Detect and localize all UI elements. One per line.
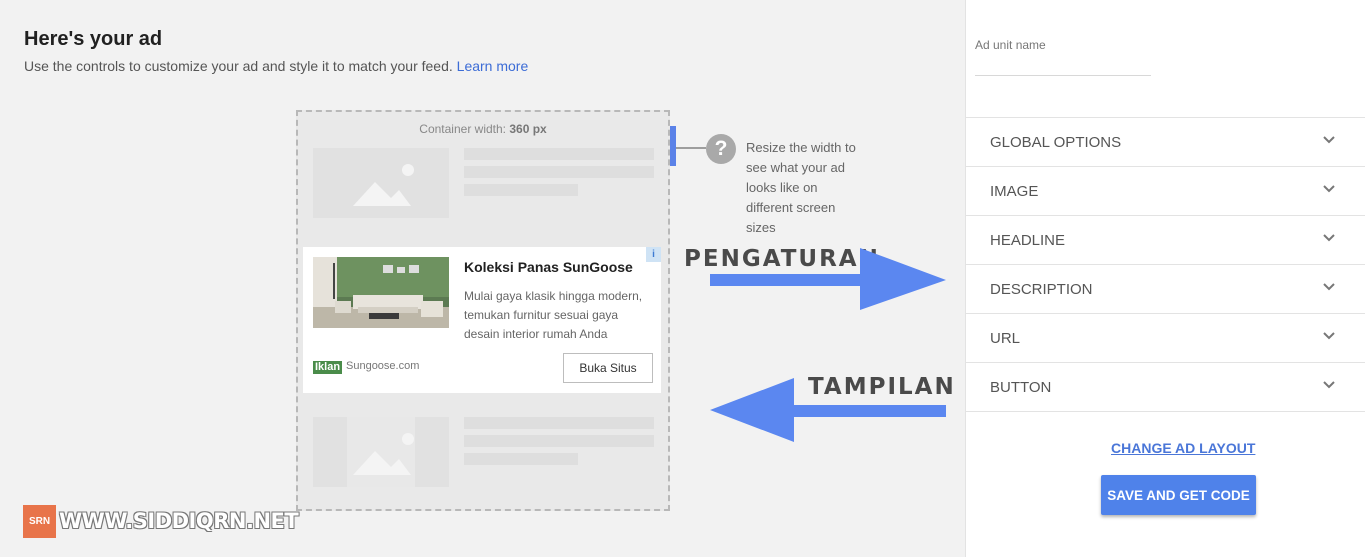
- ad-unit-name-label: Ad unit name: [975, 38, 1046, 52]
- help-icon: ?: [706, 134, 736, 164]
- text-placeholder-line: [464, 453, 578, 465]
- visit-site-button[interactable]: Buka Situs: [563, 353, 653, 383]
- chevron-down-icon: [1323, 381, 1335, 389]
- settings-panel: Ad unit name GLOBAL OPTIONS IMAGE HEADLI…: [965, 0, 1365, 557]
- image-placeholder-icon: [313, 417, 449, 487]
- text-placeholder-line: [464, 166, 654, 178]
- text-placeholder-line: [464, 435, 654, 447]
- change-ad-layout-link[interactable]: CHANGE AD LAYOUT: [1111, 440, 1255, 456]
- ad-image: [313, 257, 449, 328]
- chevron-down-icon: [1323, 332, 1335, 340]
- resize-handle[interactable]: [670, 126, 676, 166]
- save-and-get-code-button[interactable]: SAVE AND GET CODE: [1101, 475, 1256, 515]
- watermark-text: WWW.SIDDIQRN.NET: [59, 509, 299, 533]
- ad-headline[interactable]: Koleksi Panas SunGoose: [464, 259, 633, 275]
- ad-description: Mulai gaya klasik hingga modern, temukan…: [464, 289, 643, 341]
- adchoices-icon[interactable]: i: [646, 247, 661, 262]
- watermark-badge: SRN: [23, 505, 56, 538]
- section-url[interactable]: URL: [966, 314, 1365, 363]
- ad-domain: Sungoose.com: [346, 360, 420, 372]
- section-button[interactable]: BUTTON: [966, 363, 1365, 412]
- container-width-text: Container width:: [419, 122, 506, 136]
- native-ad[interactable]: Koleksi Panas SunGoose Mulai gaya klasik…: [303, 247, 661, 393]
- page-subtitle: Use the controls to customize your ad an…: [24, 58, 528, 74]
- section-headline[interactable]: HEADLINE: [966, 216, 1365, 265]
- resize-hint: Resize the width to see what your ad loo…: [746, 140, 856, 235]
- main-area: Here's your ad Use the controls to custo…: [0, 0, 965, 557]
- chevron-down-icon: [1323, 136, 1335, 144]
- text-placeholder-line: [464, 184, 578, 196]
- text-placeholder-line: [464, 417, 654, 429]
- section-label: URL: [990, 330, 1021, 347]
- learn-more-link[interactable]: Learn more: [457, 58, 529, 74]
- container-width-label: Container width: 360 px: [298, 122, 668, 136]
- ad-unit-name-input[interactable]: [975, 58, 1151, 76]
- section-label: DESCRIPTION: [990, 281, 1093, 298]
- section-global-options[interactable]: GLOBAL OPTIONS: [966, 118, 1365, 167]
- chevron-down-icon: [1323, 234, 1335, 242]
- connector-line: [676, 147, 706, 149]
- image-placeholder-icon: [313, 148, 449, 218]
- subtitle-text: Use the controls to customize your ad an…: [24, 58, 453, 74]
- container-width-value: 360 px: [509, 122, 547, 136]
- options-accordion: GLOBAL OPTIONS IMAGE HEADLINE DESCRIPTIO…: [966, 117, 1365, 412]
- section-label: BUTTON: [990, 379, 1052, 396]
- section-image[interactable]: IMAGE: [966, 167, 1365, 216]
- chevron-down-icon: [1323, 283, 1335, 291]
- section-label: IMAGE: [990, 183, 1039, 200]
- text-placeholder-line: [464, 148, 654, 160]
- page-title: Here's your ad: [24, 28, 163, 50]
- section-label: GLOBAL OPTIONS: [990, 134, 1122, 151]
- arrow-left-icon: [710, 378, 946, 442]
- chevron-down-icon: [1323, 185, 1335, 193]
- arrow-right-icon: [710, 248, 946, 310]
- section-label: HEADLINE: [990, 232, 1066, 249]
- ad-badge: Iklan: [313, 361, 343, 374]
- section-description[interactable]: DESCRIPTION: [966, 265, 1365, 314]
